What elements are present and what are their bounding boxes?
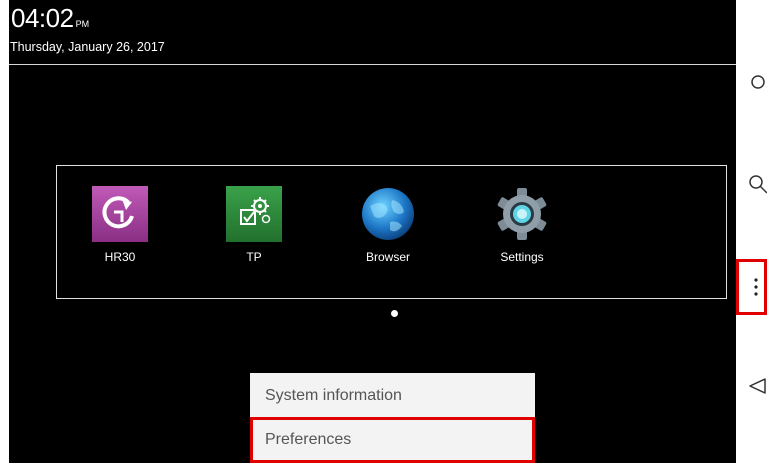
hr30-refresh-icon	[92, 186, 148, 242]
app-hr30[interactable]: HR30	[65, 186, 175, 264]
header-divider	[9, 64, 736, 65]
clock-time: 04:02	[11, 3, 74, 33]
clock-date: Thursday, January 26, 2017	[10, 40, 165, 54]
navigation-bar	[736, 0, 767, 463]
app-label: HR30	[104, 250, 136, 264]
globe-icon	[360, 186, 416, 242]
gear-icon	[494, 186, 550, 242]
back-triangle-icon[interactable]	[736, 368, 767, 404]
search-icon[interactable]	[736, 166, 767, 202]
overflow-menu: System information Preferences	[250, 373, 535, 463]
tp-settings-check-icon	[226, 186, 282, 242]
app-label: TP	[246, 250, 262, 264]
clock: 04:02 PM	[11, 3, 89, 34]
app-browser[interactable]: Browser	[333, 186, 443, 264]
app-settings[interactable]: Settings	[467, 186, 577, 264]
app-label: Settings	[500, 250, 544, 264]
clock-ampm: PM	[75, 19, 90, 29]
menu-item-preferences[interactable]: Preferences	[250, 417, 535, 463]
home-circle-icon[interactable]	[736, 64, 767, 100]
menu-item-system-information[interactable]: System information	[250, 373, 535, 419]
home-screen: 04:02 PM Thursday, January 26, 2017 HR30…	[9, 0, 736, 463]
page-indicator-dot	[391, 310, 398, 317]
app-label: Browser	[365, 250, 410, 264]
app-tp[interactable]: TP	[199, 186, 309, 264]
app-launcher-panel: HR30 TP Browser Settings	[56, 165, 727, 299]
overflow-menu-icon[interactable]	[736, 259, 767, 315]
